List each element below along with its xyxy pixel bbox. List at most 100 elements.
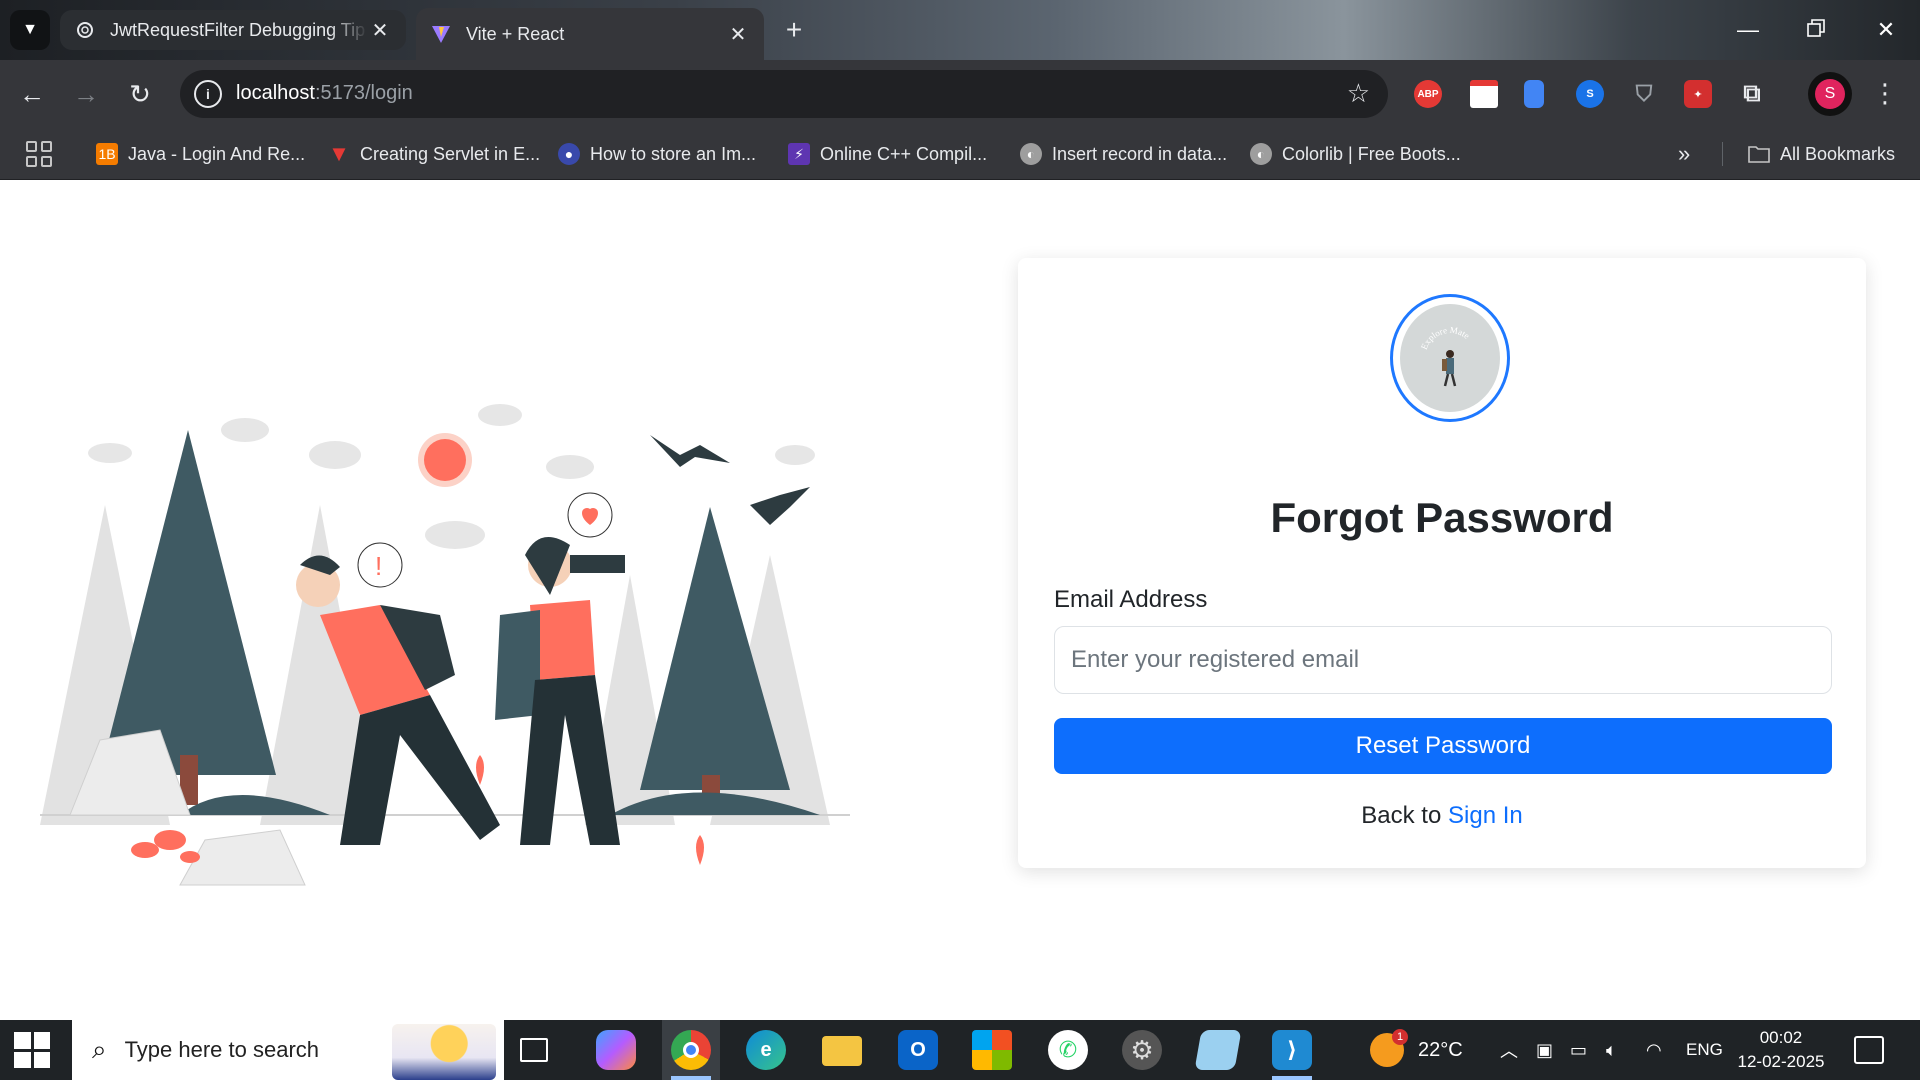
- system-clock[interactable]: 00:02 12-02-2025: [1726, 1026, 1836, 1074]
- calendar-icon[interactable]: [1470, 80, 1498, 108]
- taskbar-search[interactable]: ⌕ Type here to search: [72, 1020, 504, 1080]
- bookmark-java-login[interactable]: 1B Java - Login And Re...: [96, 140, 305, 168]
- minimize-button[interactable]: —: [1724, 6, 1772, 54]
- tab-jwt-filter[interactable]: JwtRequestFilter Debugging Tip ✕: [60, 10, 406, 50]
- bookmark-store-image[interactable]: ● How to store an Im...: [558, 140, 756, 168]
- forward-button[interactable]: →: [66, 74, 106, 114]
- running-indicator: [1272, 1076, 1312, 1080]
- language-text: ENG: [1686, 1040, 1723, 1059]
- 1b-icon: 1B: [96, 143, 118, 165]
- clock-date: 12-02-2025: [1737, 1052, 1825, 1071]
- settings-app-icon[interactable]: ⚙: [1122, 1030, 1162, 1070]
- restore-icon: [1807, 17, 1825, 43]
- browser-toolbar: ← → ↻ i localhost:5173/login ☆ ABP S ⛉ ✦…: [0, 60, 1920, 128]
- more-bookmarks-button[interactable]: »: [1678, 140, 1690, 168]
- all-bookmarks-button[interactable]: All Bookmarks: [1748, 140, 1895, 168]
- bookmark-star-icon[interactable]: ☆: [1347, 78, 1370, 109]
- apps-grid-icon[interactable]: [26, 141, 52, 167]
- folder-icon: [1748, 143, 1770, 165]
- email-field[interactable]: [1054, 626, 1832, 694]
- edge-icon[interactable]: e: [746, 1030, 786, 1070]
- more-menu-icon[interactable]: ⋮: [1872, 78, 1898, 109]
- logo-text: Explore Mate: [1419, 325, 1472, 351]
- windows-start-icon[interactable]: [14, 1032, 50, 1068]
- v-icon: ▼: [328, 141, 350, 166]
- bookmarks-bar: 1B Java - Login And Re... ▼ Creating Ser…: [0, 128, 1920, 180]
- show-hidden-icons[interactable]: ︿: [1500, 1020, 1518, 1080]
- url-text[interactable]: localhost:5173/login: [236, 82, 413, 105]
- file-explorer-icon[interactable]: [822, 1036, 862, 1066]
- clock-time: 00:02: [1759, 1028, 1803, 1047]
- user-icon: ●: [558, 143, 580, 165]
- globe-icon: ◐: [1250, 143, 1272, 165]
- bookmark-label: Colorlib | Free Boots...: [1282, 143, 1461, 164]
- close-icon[interactable]: ✕: [726, 22, 750, 46]
- copilot-icon[interactable]: [596, 1030, 636, 1070]
- tab-strip: ▼ JwtRequestFilter Debugging Tip ✕ Vite …: [0, 0, 1920, 60]
- volume-icon[interactable]: 🔈︎: [1606, 1020, 1617, 1080]
- profile-avatar[interactable]: S: [1808, 72, 1852, 116]
- chevron-down-icon: ▼: [22, 21, 38, 38]
- store-icon[interactable]: [972, 1030, 1012, 1070]
- weather-icon: 1: [1370, 1029, 1408, 1067]
- shield-icon[interactable]: ⛉: [1630, 80, 1658, 108]
- logo-image: Explore Mate: [1400, 304, 1500, 412]
- shazam-icon[interactable]: S: [1576, 80, 1604, 108]
- explore-mate-logo: Explore Mate: [1390, 294, 1510, 422]
- whatsapp-icon[interactable]: ✆: [1048, 1030, 1088, 1070]
- address-bar[interactable]: i localhost:5173/login ☆: [180, 70, 1388, 118]
- back-button[interactable]: ←: [12, 74, 52, 114]
- bookmark-creating-servlet[interactable]: ▼ Creating Servlet in E...: [328, 140, 540, 168]
- reload-button[interactable]: ↻: [120, 74, 160, 114]
- bookmark-online-cpp[interactable]: ⚡ Online C++ Compil...: [788, 140, 987, 168]
- weather-widget[interactable]: 1 22°C: [1370, 1020, 1463, 1080]
- back-to-signin: Back to Sign In: [1018, 802, 1866, 830]
- page-title: Forgot Password: [1270, 494, 1614, 541]
- puzzle-red-icon[interactable]: ✦: [1684, 80, 1712, 108]
- svg-text:Explore Mate: Explore Mate: [1419, 325, 1472, 351]
- language-indicator[interactable]: ENG: [1686, 1020, 1723, 1080]
- email-label: Email Address: [1054, 586, 1208, 613]
- notepad-icon[interactable]: [1194, 1030, 1242, 1070]
- weather-temp: 22°C: [1418, 1038, 1463, 1061]
- reload-icon: ↻: [129, 78, 151, 109]
- bookmark-colorlib[interactable]: ◐ Colorlib | Free Boots...: [1250, 140, 1461, 168]
- reset-password-button[interactable]: Reset Password: [1054, 718, 1832, 774]
- chevron-up-icon: ︿: [1500, 1041, 1518, 1061]
- tab-title: Vite + React: [466, 23, 565, 44]
- bookmarks-divider: [1722, 142, 1723, 166]
- adblock-plus-icon[interactable]: ABP: [1414, 80, 1442, 108]
- forgot-password-card: Explore Mate Forgot Password Email Addre…: [1018, 258, 1866, 868]
- bookmark-label: Insert record in data...: [1052, 143, 1228, 164]
- url-path: :5173/login: [314, 82, 413, 104]
- running-indicator: [671, 1076, 711, 1080]
- sign-in-link[interactable]: Sign In: [1448, 802, 1523, 829]
- weather-badge: 1: [1392, 1029, 1408, 1045]
- wifi-icon[interactable]: ◠: [1646, 1020, 1662, 1080]
- globe-icon: ◐: [1020, 143, 1042, 165]
- tab-vite-react[interactable]: Vite + React ✕: [416, 8, 764, 60]
- new-tab-button[interactable]: +: [776, 12, 812, 48]
- extensions-puzzle-icon[interactable]: ⧉: [1738, 80, 1766, 108]
- battery-icon[interactable]: ▭: [1570, 1020, 1587, 1080]
- search-highlight-image: [392, 1024, 496, 1080]
- close-window-button[interactable]: ✕: [1862, 6, 1910, 54]
- tab-search-button[interactable]: ▼: [10, 10, 50, 50]
- outlook-icon[interactable]: O: [898, 1030, 938, 1070]
- bookmark-insert-record[interactable]: ◐ Insert record in data...: [1020, 140, 1227, 168]
- chatgpt-icon: [74, 19, 96, 41]
- bookmark-label: How to store an Im...: [590, 143, 757, 164]
- chrome-icon[interactable]: [671, 1030, 711, 1070]
- url-host: localhost: [236, 82, 315, 104]
- task-view-icon[interactable]: [520, 1038, 548, 1062]
- close-icon[interactable]: ✕: [368, 18, 392, 42]
- notification-center-icon[interactable]: [1854, 1036, 1884, 1064]
- restore-button[interactable]: [1792, 6, 1840, 54]
- meet-now-icon[interactable]: ▣: [1536, 1020, 1553, 1080]
- hiking-illustration: !: [30, 395, 860, 935]
- vscode-icon[interactable]: ⟩: [1272, 1030, 1312, 1070]
- bookmark-label: Java - Login And Re...: [128, 143, 306, 164]
- info-icon[interactable]: i: [194, 80, 222, 108]
- bolt-icon: ⚡: [788, 143, 810, 165]
- docs-icon[interactable]: [1524, 80, 1544, 108]
